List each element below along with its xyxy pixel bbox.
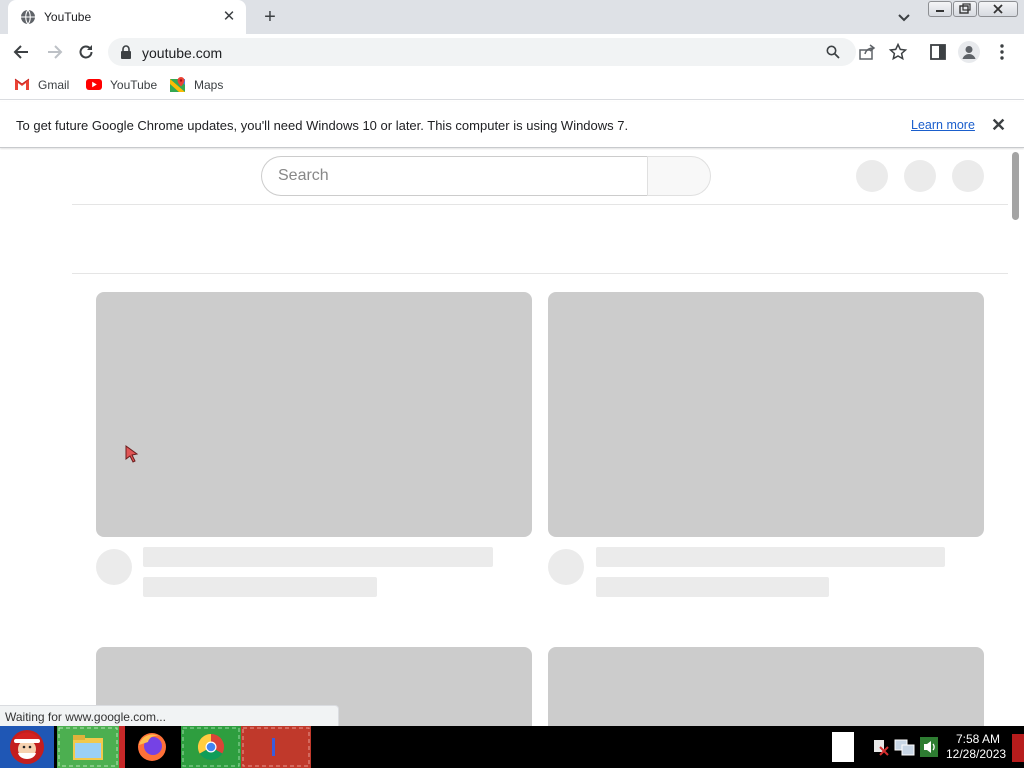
close-window-button[interactable] [978, 1, 1018, 17]
page-content: Search [0, 150, 1024, 726]
show-desktop-button[interactable] [832, 732, 854, 762]
chrome-icon [182, 727, 240, 767]
active-window-taskbar-button[interactable] [241, 726, 311, 768]
more-menu-icon[interactable] [992, 42, 1012, 62]
profile-avatar[interactable] [958, 41, 980, 63]
window-thumbnail-icon [242, 727, 310, 767]
header-button-placeholder [904, 160, 936, 192]
minimize-button[interactable] [928, 1, 952, 17]
video-thumbnail-placeholder [548, 292, 984, 537]
person-icon [962, 46, 976, 59]
action-center-icon[interactable] [872, 738, 890, 756]
header-button-placeholder [856, 160, 888, 192]
share-icon[interactable] [857, 42, 877, 62]
firefox-icon [138, 733, 166, 761]
new-tab-button[interactable]: + [259, 6, 281, 28]
title-placeholder [596, 547, 945, 567]
chevron-down-icon[interactable] [895, 8, 913, 26]
side-panel-icon[interactable] [928, 42, 948, 62]
folder-icon [58, 727, 118, 767]
channel-avatar-placeholder [96, 549, 132, 585]
header-button-placeholder [952, 160, 984, 192]
header-divider [72, 204, 1008, 205]
tab-close-button[interactable]: ✕ [220, 8, 238, 26]
bookmark-label: YouTube [110, 78, 158, 92]
tab-title: YouTube [44, 10, 92, 24]
search-icon[interactable] [826, 45, 840, 59]
santa-start-icon [10, 730, 44, 764]
infobar-message: To get future Google Chrome updates, you… [16, 118, 629, 133]
reload-icon[interactable] [76, 42, 96, 62]
volume-icon[interactable] [920, 737, 938, 757]
youtube-icon [86, 79, 102, 90]
bookmark-label: Gmail [38, 78, 70, 92]
globe-icon [21, 9, 35, 25]
forward-arrow-icon[interactable] [44, 42, 64, 62]
taskbar: 7:58 AM 12/28/2023 [0, 726, 1024, 768]
video-thumbnail-placeholder [548, 647, 984, 726]
bookmark-star-icon[interactable] [888, 42, 908, 62]
clock-time[interactable]: 7:58 AM [950, 732, 1006, 746]
notification-button[interactable] [1012, 734, 1024, 762]
start-button[interactable] [0, 726, 54, 768]
bookmark-gmail[interactable]: Gmail [14, 76, 74, 94]
file-explorer-taskbar-button[interactable] [57, 726, 119, 768]
chrome-taskbar-button[interactable] [181, 726, 241, 768]
video-thumbnail-placeholder [96, 292, 532, 537]
bookmark-youtube[interactable]: YouTube [86, 76, 158, 94]
bookmark-label: Maps [194, 78, 224, 92]
learn-more-link[interactable]: Learn more [911, 118, 975, 132]
restore-button[interactable] [953, 1, 977, 17]
toolbar: youtube.com [0, 34, 1024, 70]
clock-date[interactable]: 12/28/2023 [946, 747, 1006, 761]
tab-strip: YouTube ✕ + [0, 0, 1024, 34]
update-infobar: To get future Google Chrome updates, you… [0, 102, 1024, 148]
tab-youtube[interactable]: YouTube ✕ [8, 0, 246, 34]
title-placeholder [143, 547, 493, 567]
bookmarks-bar: Gmail YouTube Maps [0, 70, 1024, 100]
gmail-icon [14, 78, 30, 90]
network-icon[interactable] [893, 738, 917, 758]
mouse-cursor-icon [125, 445, 139, 463]
firefox-taskbar-button[interactable] [125, 726, 180, 768]
search-button[interactable] [647, 156, 711, 196]
scrollbar-thumb[interactable] [1012, 152, 1019, 220]
search-placeholder: Search [278, 167, 329, 184]
maps-icon [170, 77, 185, 92]
lock-icon[interactable] [120, 45, 132, 59]
url-text: youtube.com [142, 45, 223, 61]
infobar-close-button[interactable]: ✕ [991, 115, 1006, 136]
address-bar[interactable]: youtube.com [108, 38, 856, 66]
chips-divider [72, 273, 1008, 274]
meta-placeholder [596, 577, 829, 597]
back-arrow-icon[interactable] [12, 42, 32, 62]
channel-avatar-placeholder [548, 549, 584, 585]
search-input[interactable]: Search [261, 156, 648, 196]
status-bubble: Waiting for www.google.com... [0, 705, 339, 726]
bookmark-maps[interactable]: Maps [170, 76, 230, 94]
meta-placeholder [143, 577, 377, 597]
